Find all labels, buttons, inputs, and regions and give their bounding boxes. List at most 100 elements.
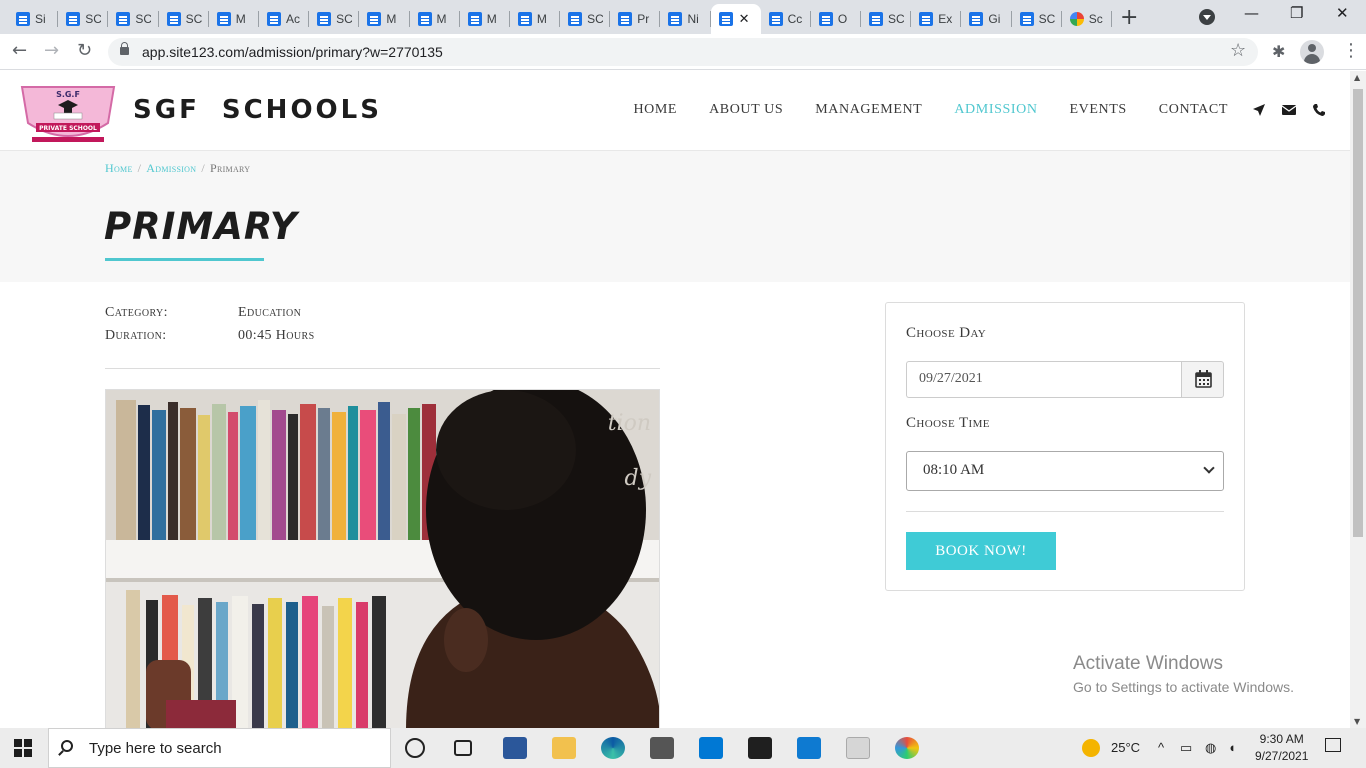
browser-tab[interactable]: SC: [309, 4, 360, 34]
browser-tab[interactable]: Ex: [911, 4, 962, 34]
forward-icon[interactable]: →: [44, 40, 59, 61]
menu-kebab-icon[interactable]: ⋮: [1342, 40, 1360, 61]
windows-start-icon[interactable]: [14, 739, 32, 757]
location-arrow-icon[interactable]: [1252, 102, 1266, 116]
weather-temperature[interactable]: 25°C: [1111, 740, 1140, 755]
tab-title: Cc: [787, 12, 803, 26]
nav-events[interactable]: EVENTS: [1070, 102, 1127, 118]
browser-tab[interactable]: SC: [861, 4, 912, 34]
tab-title: SC: [888, 12, 904, 26]
close-window-icon[interactable]: ✕: [1336, 4, 1349, 22]
tab-title: SC: [1038, 12, 1055, 26]
scroll-up-icon[interactable]: ▲: [1354, 73, 1360, 82]
phone-icon[interactable]: [1312, 102, 1326, 116]
date-input[interactable]: 09/27/2021: [906, 361, 1182, 398]
file-explorer-icon[interactable]: [552, 737, 576, 759]
browser-tab[interactable]: SC: [159, 4, 209, 34]
browser-tab-active[interactable]: ✕: [710, 4, 761, 34]
google-docs-icon: [517, 12, 532, 26]
browser-tab[interactable]: Sc: [1062, 4, 1112, 34]
store-icon[interactable]: [650, 737, 674, 759]
tab-title: SC: [85, 12, 102, 26]
tray-chevron-icon[interactable]: ^: [1158, 740, 1164, 755]
browser-tab[interactable]: Gi: [961, 4, 1012, 34]
time-select[interactable]: 08:10 AM: [906, 451, 1224, 491]
browser-tab[interactable]: Si: [8, 4, 59, 34]
envelope-icon[interactable]: [1281, 102, 1297, 116]
weather-sun-icon[interactable]: [1082, 739, 1100, 757]
browser-tab[interactable]: O: [811, 4, 861, 34]
close-tab-icon[interactable]: ✕: [739, 11, 750, 27]
mail-icon[interactable]: [699, 737, 723, 759]
tab-search-icon[interactable]: [1199, 9, 1215, 25]
breadcrumb-admission[interactable]: Admission: [146, 161, 196, 175]
edge-icon[interactable]: [601, 737, 625, 759]
notepad-icon[interactable]: [846, 737, 870, 759]
school-logo[interactable]: S.G.F PRIVATE SCHOOL: [18, 83, 118, 146]
cortana-icon[interactable]: [405, 738, 425, 758]
breadcrumb-home[interactable]: Home: [105, 161, 133, 175]
browser-tab[interactable]: M: [460, 4, 510, 34]
breadcrumb-current: Primary: [209, 161, 251, 175]
browser-tab[interactable]: Ac: [259, 4, 310, 34]
browser-tab[interactable]: M: [209, 4, 259, 34]
site-favicon-icon: [1069, 12, 1084, 26]
paint-icon[interactable]: [895, 737, 919, 759]
page-scrollbar[interactable]: ▲ ▼: [1350, 71, 1366, 728]
url-text[interactable]: app.site123.com/admission/primary?w=2770…: [142, 44, 443, 60]
task-view-icon[interactable]: [454, 740, 472, 756]
back-icon[interactable]: ←: [12, 40, 27, 61]
browser-tab[interactable]: M: [510, 4, 561, 34]
profile-avatar[interactable]: [1300, 40, 1324, 64]
browser-tab[interactable]: Cc: [761, 4, 811, 34]
nav-contact[interactable]: CONTACT: [1159, 102, 1228, 118]
choose-time-label: Choose Time: [906, 415, 990, 431]
tab-title: Ac: [285, 12, 300, 26]
google-docs-icon: [768, 12, 783, 26]
taskbar-search[interactable]: Type here to search: [48, 728, 391, 768]
google-docs-icon: [467, 12, 482, 26]
extensions-icon[interactable]: ✱: [1272, 42, 1285, 61]
tab-title: M: [235, 12, 246, 26]
tab-title: M: [486, 12, 497, 26]
minimize-icon[interactable]: —: [1244, 4, 1259, 22]
browser-tab[interactable]: Pr: [610, 4, 661, 34]
browser-tab[interactable]: SC: [58, 4, 109, 34]
reload-icon[interactable]: ↻: [77, 40, 92, 61]
nav-home[interactable]: HOME: [633, 102, 677, 118]
address-bar[interactable]: app.site123.com/admission/primary?w=2770…: [108, 38, 1258, 66]
battery-icon[interactable]: ▭: [1180, 740, 1192, 756]
tab-title: O: [837, 12, 848, 26]
nav-management[interactable]: MANAGEMENT: [815, 102, 922, 118]
windows-taskbar: Type here to search 25°C ^ ▭ ◍ ◖ 9:30 AM…: [0, 728, 1366, 768]
restore-icon[interactable]: ❐: [1290, 4, 1303, 22]
calendar-button[interactable]: [1181, 361, 1224, 398]
browser-tab[interactable]: SC: [108, 4, 159, 34]
vscode-icon[interactable]: [797, 737, 821, 759]
network-icon[interactable]: ◍: [1205, 740, 1216, 756]
nav-about-us[interactable]: ABOUT US: [709, 102, 783, 118]
browser-tab[interactable]: SC: [1012, 4, 1062, 34]
tab-title: Ni: [687, 12, 699, 26]
book-now-button[interactable]: BOOK NOW!: [906, 532, 1056, 570]
webstorm-icon[interactable]: [748, 737, 772, 759]
notifications-icon[interactable]: [1325, 738, 1341, 752]
volume-icon[interactable]: ◖: [1228, 740, 1236, 755]
scrollbar-thumb[interactable]: [1353, 89, 1363, 537]
nav-admission[interactable]: ADMISSION: [954, 102, 1037, 118]
new-tab-icon[interactable]: +: [1120, 5, 1138, 30]
taskbar-clock[interactable]: 9:30 AM 9/27/2021: [1255, 731, 1308, 765]
site-header: S.G.F PRIVATE SCHOOL SGF SCHOOLS HOME AB…: [0, 71, 1350, 151]
browser-tab[interactable]: SC: [560, 4, 611, 34]
bookmark-star-icon[interactable]: ☆: [1230, 40, 1246, 61]
scroll-down-icon[interactable]: ▼: [1354, 717, 1360, 726]
browser-tab[interactable]: Ni: [660, 4, 711, 34]
browser-tab[interactable]: M: [410, 4, 460, 34]
google-docs-icon: [367, 12, 382, 26]
browser-tab[interactable]: M: [359, 4, 410, 34]
calendar-icon: [1195, 370, 1212, 388]
word-icon[interactable]: [503, 737, 527, 759]
lock-icon[interactable]: [120, 42, 129, 55]
google-docs-icon: [317, 12, 332, 26]
site-brand[interactable]: SGF SCHOOLS: [133, 95, 382, 125]
